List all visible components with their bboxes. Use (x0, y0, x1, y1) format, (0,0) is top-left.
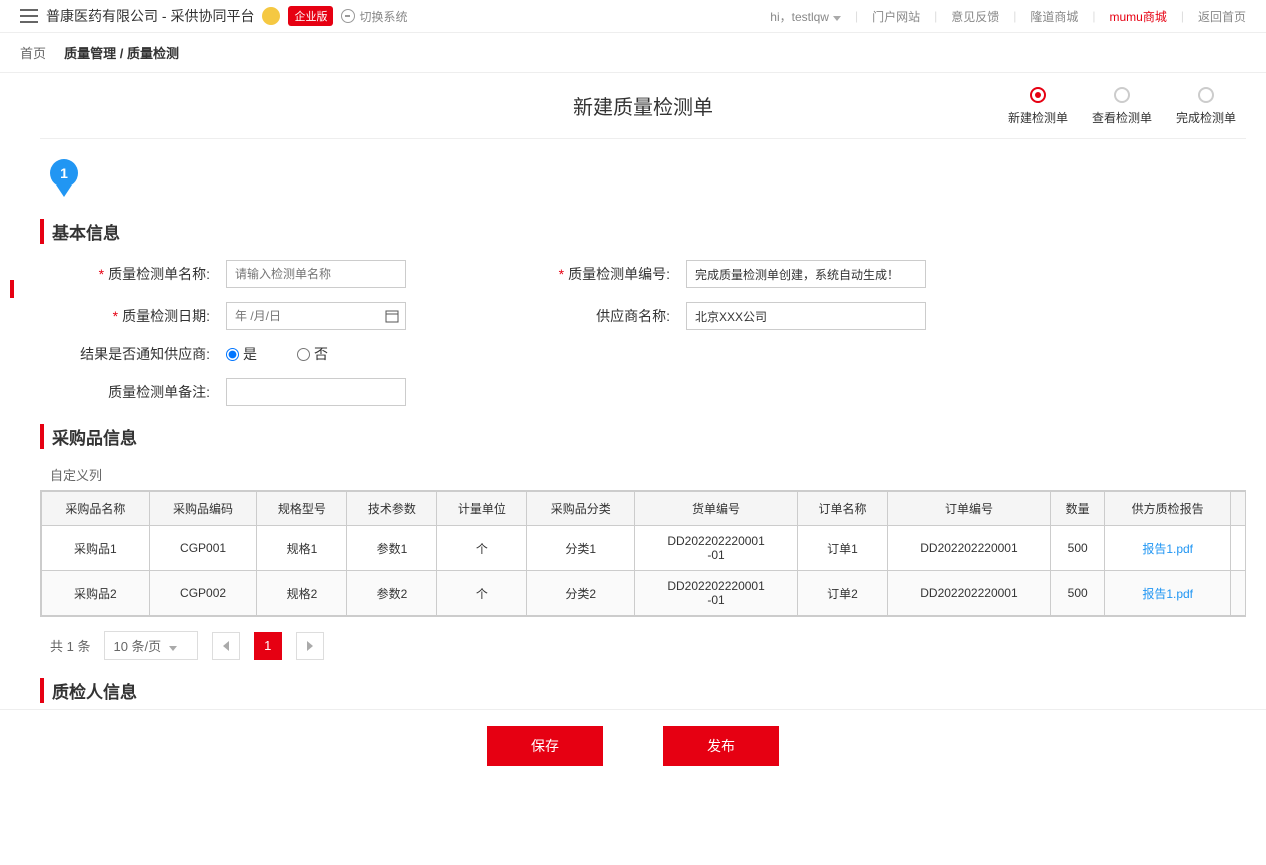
section-purchase-items: 采购品信息 (40, 424, 1246, 449)
label-code: *质量检测单编号: (520, 264, 670, 284)
table-cell: 规格2 (257, 571, 347, 616)
table-header: 规格型号 (257, 492, 347, 526)
step-circle-icon (1114, 87, 1130, 103)
input-name[interactable] (226, 260, 406, 288)
table-cell (1230, 526, 1246, 571)
custom-columns-link[interactable]: 自定义列 (50, 465, 1246, 484)
table-cell: 采购品1 (42, 526, 150, 571)
table-header: 货单编号 (635, 492, 798, 526)
switch-system[interactable]: 切换系统 (341, 8, 407, 25)
table-cell: DD202202220001-01 (635, 571, 798, 616)
chevron-down-icon (169, 646, 177, 651)
brand-title: 普康医药有限公司 - 采供协同平台 (46, 6, 254, 26)
table-row: 采购品1CGP001规格1参数1个分类1DD202202220001-01订单1… (42, 526, 1247, 571)
step-indicator: 新建检测单 查看检测单 完成检测单 (1008, 87, 1236, 126)
link-mall2[interactable]: mumu商城 (1110, 8, 1167, 25)
table-header: 订单编号 (888, 492, 1051, 526)
table-cell: 分类2 (527, 571, 635, 616)
input-supplier (686, 302, 926, 330)
pager-next[interactable] (296, 632, 324, 660)
table-header: 供方质检报告 (1105, 492, 1230, 526)
pager-page-1[interactable]: 1 (254, 632, 282, 660)
table-cell: CGP002 (149, 571, 257, 616)
label-remark: 质量检测单备注: (60, 382, 210, 402)
publish-button[interactable]: 发布 (663, 726, 779, 766)
medal-icon (262, 7, 280, 25)
radio-yes[interactable]: 是 (226, 344, 257, 364)
section-basic-info: 基本信息 (40, 219, 1246, 244)
table-cell: DD202202220001 (888, 526, 1051, 571)
table-cell: DD202202220001-01 (635, 526, 798, 571)
table-header: 采购品分类 (527, 492, 635, 526)
table-cell: 500 (1050, 526, 1105, 571)
table-row: 采购品2CGP002规格2参数2个分类2DD202202220001-01订单2… (42, 571, 1247, 616)
table-cell: 500 (1050, 571, 1105, 616)
radio-no[interactable]: 否 (297, 344, 328, 364)
table-cell (1230, 571, 1246, 616)
link-mall1[interactable]: 隆道商城 (1030, 8, 1078, 25)
pin-marker: 1 (50, 159, 1246, 199)
crumb-home[interactable]: 首页 (20, 46, 46, 61)
pager-size-select[interactable]: 10 条/页 (104, 631, 197, 660)
table-header: 数量 (1050, 492, 1105, 526)
section-inspector: 质检人信息 (40, 678, 1246, 703)
table-cell: 订单1 (798, 526, 888, 571)
table-header: 采购品名称 (42, 492, 150, 526)
table-cell: 参数1 (347, 526, 437, 571)
chevron-down-icon (833, 16, 841, 21)
switch-label: 切换系统 (359, 8, 407, 25)
switch-icon (341, 9, 355, 23)
report-link[interactable]: 报告1.pdf (1105, 526, 1230, 571)
link-feedback[interactable]: 意见反馈 (951, 8, 999, 25)
pager-prev[interactable] (212, 632, 240, 660)
step-create[interactable]: 新建检测单 (1008, 87, 1068, 126)
table-cell: 规格1 (257, 526, 347, 571)
left-edge-marker (10, 280, 14, 298)
input-date[interactable] (226, 302, 406, 330)
pin-number: 1 (50, 159, 78, 187)
crumb-l1[interactable]: 质量管理 (64, 46, 116, 61)
report-link[interactable]: 报告1.pdf (1105, 571, 1230, 616)
input-remark[interactable] (226, 378, 406, 406)
enterprise-tag: 企业版 (288, 6, 333, 26)
table-header: 采购品编码 (149, 492, 257, 526)
table-cell: CGP001 (149, 526, 257, 571)
page-title: 新建质量检测单 (573, 91, 713, 120)
separator: | (855, 9, 858, 23)
breadcrumb: 首页 质量管理 / 质量检测 (0, 33, 1266, 73)
link-home[interactable]: 返回首页 (1198, 8, 1246, 25)
table-cell: 分类1 (527, 526, 635, 571)
greeting[interactable]: hi，testlqw (770, 8, 841, 25)
table-cell: DD202202220001 (888, 571, 1051, 616)
label-date: *质量检测日期: (60, 306, 210, 326)
table-cell: 订单2 (798, 571, 888, 616)
table-cell: 个 (437, 526, 527, 571)
table-cell: 参数2 (347, 571, 437, 616)
label-supplier: 供应商名称: (520, 306, 670, 326)
table-cell: 采购品2 (42, 571, 150, 616)
menu-icon[interactable] (20, 9, 38, 23)
label-notify: 结果是否通知供应商: (60, 344, 210, 364)
table-header: 计量单位 (437, 492, 527, 526)
pager-total: 共 1 条 (50, 636, 90, 655)
label-name: *质量检测单名称: (60, 264, 210, 284)
save-button[interactable]: 保存 (487, 726, 603, 766)
input-code (686, 260, 926, 288)
chevron-left-icon (223, 641, 229, 651)
step-finish[interactable]: 完成检测单 (1176, 87, 1236, 126)
table-header: 订单名称 (798, 492, 888, 526)
table-header: 技术参数 (347, 492, 437, 526)
step-view[interactable]: 查看检测单 (1092, 87, 1152, 126)
step-circle-icon (1030, 87, 1046, 103)
table-header: 检测方式 (1230, 492, 1246, 526)
link-portal[interactable]: 门户网站 (872, 8, 920, 25)
chevron-right-icon (307, 641, 313, 651)
table-cell: 个 (437, 571, 527, 616)
step-circle-icon (1198, 87, 1214, 103)
purchase-table[interactable]: 采购品名称采购品编码规格型号技术参数计量单位采购品分类货单编号订单名称订单编号数… (40, 490, 1246, 617)
crumb-l2: 质量检测 (127, 46, 179, 61)
